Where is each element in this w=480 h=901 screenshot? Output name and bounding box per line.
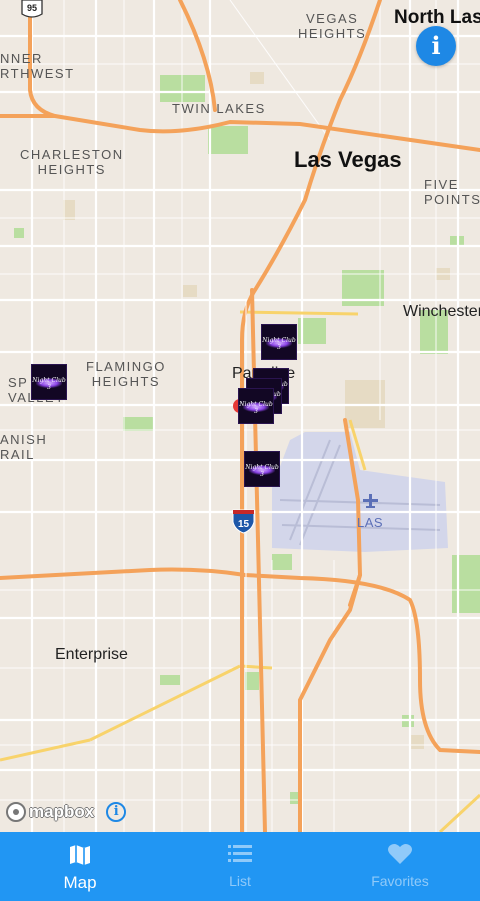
mapbox-logo[interactable]: mapbox bbox=[6, 802, 94, 822]
label-vegas-heights: VEGAS HEIGHTS bbox=[298, 11, 367, 41]
map-icon bbox=[70, 845, 90, 865]
svg-text:15: 15 bbox=[238, 519, 250, 530]
mapbox-logo-text: mapbox bbox=[29, 802, 95, 821]
list-icon bbox=[228, 845, 252, 862]
venue-pin-label: Night Club 3 bbox=[32, 377, 66, 391]
tab-map-label: Map bbox=[63, 873, 97, 892]
tab-list[interactable]: List bbox=[160, 832, 320, 901]
tab-map[interactable]: Map bbox=[0, 832, 160, 901]
info-button[interactable]: i bbox=[416, 26, 456, 66]
venue-pin[interactable]: Night Club 3 bbox=[31, 364, 67, 400]
attribution-info-button[interactable]: i bbox=[106, 802, 127, 822]
tab-favorites[interactable]: Favorites bbox=[320, 832, 480, 901]
tab-favorites-label: Favorites bbox=[371, 873, 429, 889]
venue-pin[interactable]: Night Club 3 bbox=[261, 324, 297, 360]
tab-list-label: List bbox=[229, 873, 251, 889]
label-inner-northwest: NNER RTHWEST bbox=[0, 51, 75, 81]
label-las-airport: LAS bbox=[357, 515, 384, 530]
label-twin-lakes: TWIN LAKES bbox=[172, 101, 266, 116]
label-flamingo-heights: FLAMINGO HEIGHTS bbox=[86, 359, 166, 389]
label-enterprise: Enterprise bbox=[55, 646, 128, 663]
label-las-vegas: Las Vegas bbox=[294, 147, 402, 172]
label-charleston-heights: CHARLESTON HEIGHTS bbox=[20, 147, 124, 177]
mapbox-logo-icon bbox=[6, 802, 26, 822]
venue-pin-label: Night Club 3 bbox=[239, 401, 273, 415]
venue-pin-label: Night Club 3 bbox=[245, 464, 279, 478]
label-winchester: Winchester bbox=[403, 303, 480, 320]
map-attribution: mapbox i bbox=[6, 802, 127, 822]
map-view[interactable]: 95 15 North Las VEGAS HEIGHTS NNER RTHWE… bbox=[0, 0, 480, 832]
venue-pin-label: Night Club 3 bbox=[262, 337, 296, 351]
label-spanish-trail: ANISH RAIL bbox=[0, 432, 48, 462]
venue-pin[interactable]: Night Club 3 bbox=[244, 451, 280, 487]
label-north-las: North Las bbox=[394, 7, 480, 28]
heart-icon bbox=[388, 844, 412, 864]
us95-shield: 95 bbox=[21, 0, 43, 18]
bottom-tab-bar: Map List Favorites bbox=[0, 832, 480, 901]
venue-pin[interactable]: Night Club 3 bbox=[238, 388, 274, 424]
label-five-points: FIVE POINTS bbox=[424, 177, 480, 207]
svg-text:95: 95 bbox=[27, 3, 37, 13]
